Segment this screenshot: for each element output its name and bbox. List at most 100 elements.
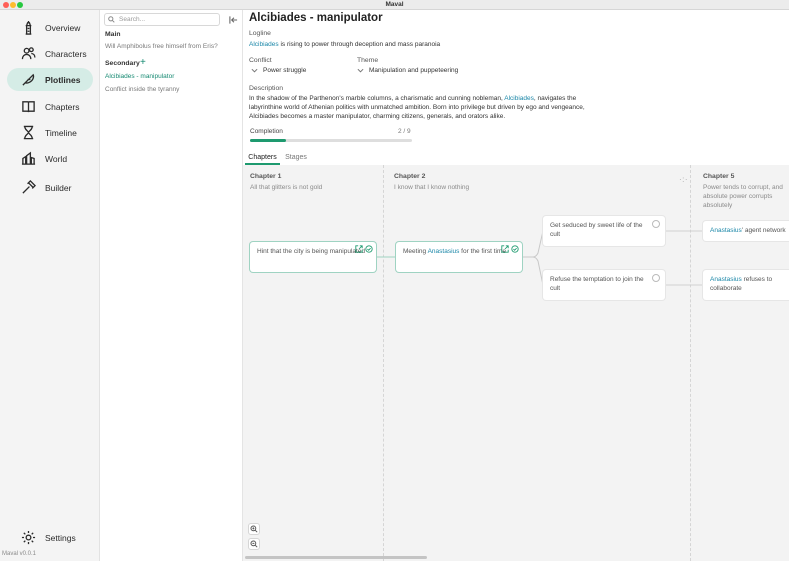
column-subtitle: All that glitters is not gold — [250, 184, 323, 191]
chevron-down-icon — [357, 68, 364, 73]
column-title: Chapter 5 — [703, 173, 735, 180]
theme-label: Theme — [357, 57, 379, 64]
character-link[interactable]: Alcibiades — [504, 95, 534, 102]
app-version: Maval v0.0.1 — [2, 551, 37, 557]
tower-icon — [19, 19, 37, 37]
card-text: Hint that the city is being manipulated — [257, 248, 366, 255]
column-title: Chapter 2 — [394, 173, 426, 180]
conflict-value: Power struggle — [263, 67, 307, 74]
plot-card[interactable]: Refuse the temptation to join the cult — [543, 270, 665, 300]
builder-icon — [19, 179, 37, 197]
tab-stages[interactable]: Stages — [282, 151, 310, 164]
zoom-out-icon — [250, 540, 258, 548]
world-icon — [19, 150, 37, 168]
description-text[interactable]: In the shadow of the Parthenon's marble … — [249, 94, 609, 121]
character-link[interactable]: Anastasius — [428, 248, 460, 255]
search-icon — [108, 16, 115, 23]
logline-text[interactable]: Alcibiades is rising to power through de… — [249, 40, 440, 49]
plotline-detail: Alcibiades - manipulator Logline Alcibia… — [243, 10, 789, 561]
zoom-in-button[interactable] — [248, 523, 260, 535]
card-icons — [501, 245, 519, 253]
search-input[interactable] — [119, 16, 219, 23]
detail-tabs: Chapters Stages — [243, 151, 789, 165]
nav-label: Builder — [45, 182, 72, 193]
plot-card[interactable]: Get seduced by sweet life of the cult — [543, 216, 665, 246]
column-title: Chapter 1 — [250, 173, 282, 180]
check-circle-icon[interactable] — [511, 245, 519, 253]
incomplete-circle-icon[interactable] — [652, 220, 660, 228]
card-text: Refuse the temptation to join the cult — [550, 276, 644, 292]
conflict-dropdown[interactable]: Power struggle — [249, 67, 306, 74]
character-link[interactable]: Anastasius — [710, 276, 742, 283]
column-subtitle: I know that I know nothing — [394, 184, 470, 191]
nav-sidebar: Overview Characters Plotlines Chapters T… — [0, 10, 100, 561]
settings-label: Settings — [45, 532, 76, 543]
plot-card[interactable]: Meeting Anastasius for the first time — [396, 242, 522, 272]
plotline-item[interactable]: Will Amphibolus free himself from Eris? — [105, 43, 218, 50]
nav-label: Plotlines — [45, 74, 81, 85]
nav-item-characters[interactable]: Characters — [7, 42, 93, 65]
nav-label: Timeline — [45, 127, 77, 138]
nav-item-world[interactable]: World — [7, 147, 93, 170]
column-menu-icon[interactable]: ·:· — [679, 175, 688, 184]
settings-button[interactable]: Settings — [7, 526, 93, 549]
plot-card[interactable]: Anastasius' agent network — [703, 221, 789, 241]
add-plotline-button[interactable]: + — [140, 58, 146, 68]
card-text: Get seduced by sweet life of the cult — [550, 222, 643, 238]
description-label: Description — [249, 85, 283, 92]
nav-item-plotlines[interactable]: Plotlines — [7, 68, 93, 91]
theme-dropdown[interactable]: Manipulation and puppeteering — [355, 67, 458, 74]
characters-icon — [19, 45, 37, 63]
chapters-board[interactable]: Chapter 1 All that glitters is not gold … — [243, 165, 789, 561]
search-box — [104, 13, 220, 26]
gear-icon — [19, 529, 37, 547]
nav-label: Chapters — [45, 101, 80, 112]
column-subtitle: Power tends to corrupt, and absolute pow… — [703, 184, 783, 209]
nav-item-builder[interactable]: Builder — [7, 176, 93, 199]
nav-item-timeline[interactable]: Timeline — [7, 121, 93, 144]
logline-rest: is rising to power through deception and… — [278, 41, 441, 48]
collapse-panel-button[interactable] — [227, 14, 239, 25]
card-text: ' agent network — [741, 227, 786, 234]
completion-count: 2 / 9 — [398, 128, 411, 135]
quill-icon — [19, 71, 37, 89]
plotline-item[interactable]: Conflict inside the tyranny — [105, 86, 179, 93]
open-external-icon[interactable] — [355, 245, 363, 253]
chevron-down-icon — [251, 68, 258, 73]
collapse-left-icon — [228, 15, 237, 24]
plotline-title[interactable]: Alcibiades - manipulator — [249, 12, 383, 24]
open-external-icon[interactable] — [501, 245, 509, 253]
zoom-out-button[interactable] — [248, 538, 260, 550]
nav-label: Characters — [45, 48, 87, 59]
plotline-item-selected[interactable]: Alcibiades - manipulator — [105, 73, 174, 80]
completion-progress-fill — [250, 139, 286, 142]
nav-item-overview[interactable]: Overview — [7, 16, 93, 39]
incomplete-circle-icon[interactable] — [652, 274, 660, 282]
horizontal-scrollbar[interactable] — [245, 556, 427, 559]
plotlines-panel: Main Will Amphibolus free himself from E… — [100, 10, 243, 561]
check-circle-icon[interactable] — [365, 245, 373, 253]
hourglass-icon — [19, 124, 37, 142]
completion-label: Completion — [250, 128, 283, 135]
window-title: Maval — [385, 1, 404, 8]
character-link[interactable]: Anastasius — [710, 227, 742, 234]
nav-item-chapters[interactable]: Chapters — [7, 95, 93, 118]
plot-card[interactable]: Hint that the city is being manipulated — [250, 242, 376, 272]
chapters-icon — [19, 98, 37, 116]
completion-progress-bar — [250, 139, 412, 142]
nav-label: Overview — [45, 22, 81, 33]
logline-label: Logline — [249, 30, 271, 37]
card-text: for the first time — [459, 248, 506, 255]
plot-card[interactable]: Anastasius refuses to collaborate — [703, 270, 789, 300]
card-icons — [355, 245, 373, 253]
secondary-section-title: Secondary — [105, 60, 140, 67]
theme-value: Manipulation and puppeteering — [369, 67, 459, 74]
character-link[interactable]: Alcibiades — [249, 41, 279, 48]
card-text: Meeting — [403, 248, 428, 255]
nav-label: World — [45, 153, 68, 164]
zoom-in-icon — [250, 525, 258, 533]
conflict-label: Conflict — [249, 57, 272, 64]
main-section-title: Main — [105, 31, 121, 38]
description-part: In the shadow of the Parthenon's marble … — [249, 95, 505, 102]
window-titlebar: Maval — [0, 0, 789, 10]
